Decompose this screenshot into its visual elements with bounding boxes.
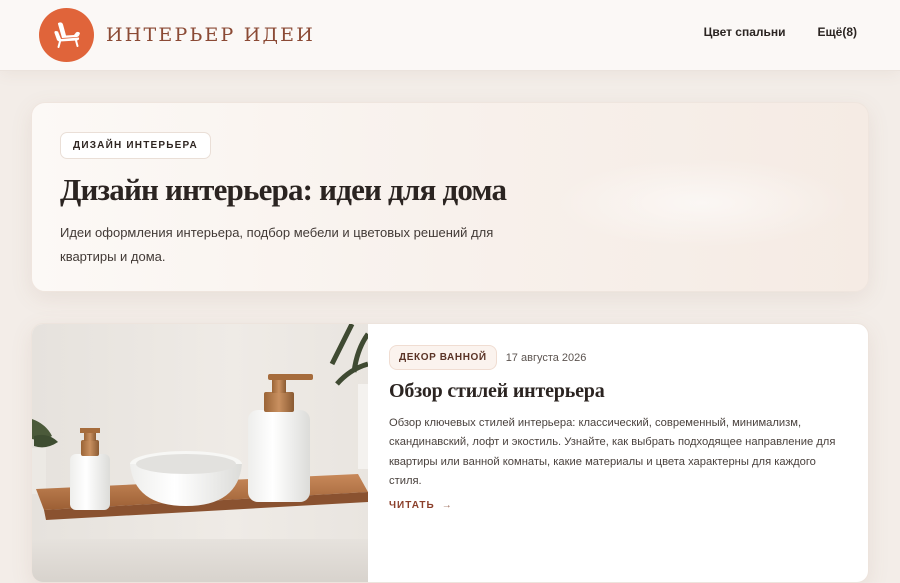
main-nav: Цвет спальни Ещё(8) (704, 25, 857, 39)
nav-link-more[interactable]: Ещё(8) (818, 25, 857, 39)
article-card: ДЕКОР ВАННОЙ 17 августа 2026 Обзор стиле… (31, 323, 869, 583)
hero-category-badge: ДИЗАЙН ИНТЕРЬЕРА (60, 132, 211, 159)
site-logo-link[interactable]: ИНТЕРЬЕР ИДЕИ (39, 8, 315, 62)
page-description: Идеи оформления интерьера, подбор мебели… (60, 225, 494, 264)
site-header: ИНТЕРЬЕР ИДЕИ Цвет спальни Ещё(8) (0, 0, 900, 71)
nav-link-bedroom-color[interactable]: Цвет спальни (704, 25, 786, 39)
site-title: ИНТЕРЬЕР ИДЕИ (106, 24, 316, 46)
article-title-link[interactable]: Обзор стилей интерьера (389, 380, 844, 403)
hero-banner: ДИЗАЙН ИНТЕРЬЕРА Дизайн интерьера: идеи … (31, 102, 869, 292)
arrow-right-icon: → (441, 500, 453, 512)
bathroom-photo (32, 324, 368, 582)
article-body: ДЕКОР ВАННОЙ 17 августа 2026 Обзор стиле… (389, 345, 844, 512)
article-thumbnail[interactable] (32, 324, 368, 582)
read-more-link[interactable]: ЧИТАТЬ → (389, 500, 453, 511)
armchair-icon (39, 8, 94, 62)
read-more-label: ЧИТАТЬ (389, 500, 435, 512)
article-date: 17 августа 2026 (505, 351, 587, 364)
article-category-tag[interactable]: ДЕКОР ВАННОЙ (389, 345, 497, 370)
article-excerpt: Обзор ключевых стилей интерьера: классич… (389, 417, 836, 487)
article-meta: ДЕКОР ВАННОЙ 17 августа 2026 (389, 345, 844, 370)
hero-glow (552, 158, 852, 248)
page-title: Дизайн интерьера: идеи для дома (60, 172, 507, 207)
